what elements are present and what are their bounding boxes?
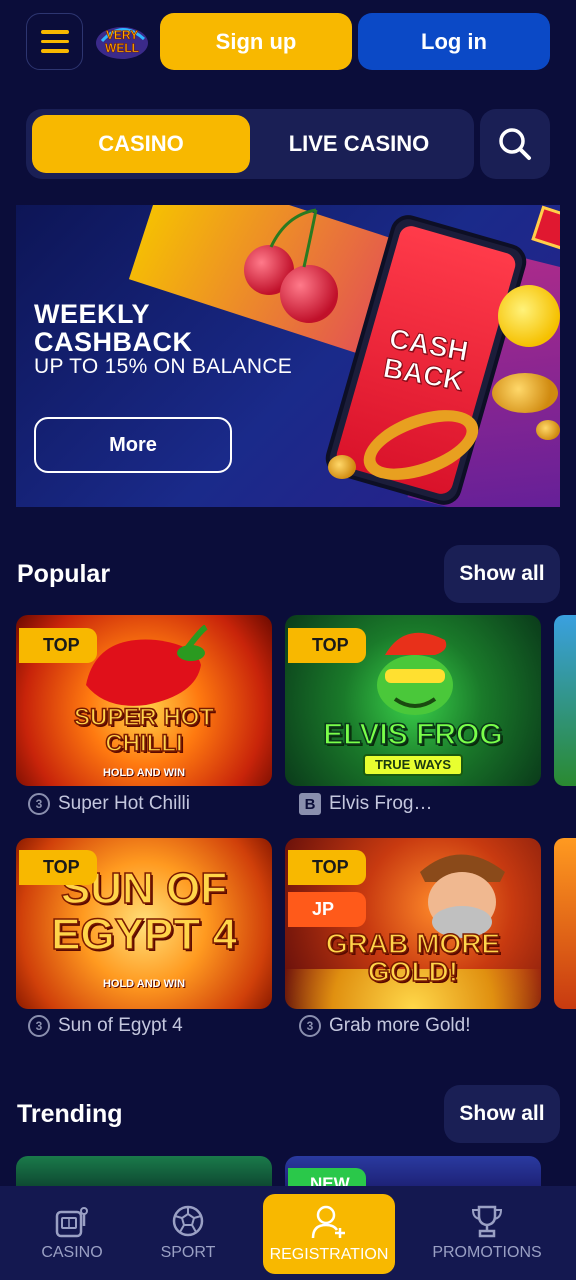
nav-label: CASINO — [41, 1244, 103, 1261]
bottom-navigation: CASINO SPORT REGISTRATION PROMOTIONS — [0, 1186, 576, 1280]
game-label[interactable]: 3 Super Hot Chilli — [28, 793, 190, 815]
trending-show-all-button[interactable]: Show all — [444, 1085, 560, 1143]
svg-text:VERY: VERY — [106, 28, 138, 42]
game-card-super-hot-chilli[interactable]: SUPER HOT CHILLI HOLD AND WIN TOP — [16, 615, 272, 786]
section-title-trending: Trending — [17, 1100, 123, 1128]
category-tabs: CASINO LIVE CASINO — [26, 109, 474, 179]
nav-casino[interactable]: CASINO — [20, 1186, 124, 1280]
nav-label: REGISTRATION — [269, 1246, 389, 1263]
trophy-icon — [471, 1205, 503, 1238]
menu-button[interactable] — [26, 13, 83, 70]
log-in-button[interactable]: Log in — [358, 13, 550, 70]
hamburger-icon — [40, 30, 69, 34]
cashback-phone-text: CASH BACK — [380, 322, 471, 397]
miner-icon — [420, 854, 505, 938]
top-badge: TOP — [19, 850, 97, 885]
chilli-icon — [86, 625, 208, 706]
game-label[interactable]: 3 Sun of Egypt 4 — [28, 1015, 183, 1037]
provider-icon: B — [299, 793, 321, 815]
game-card-sun-of-egypt-4[interactable]: SUN OF EGYPT 4 HOLD AND WIN TOP — [16, 838, 272, 1009]
game-art-subtitle: HOLD AND WIN — [102, 767, 186, 779]
game-card-elvis-frog[interactable]: ELVIS FROG TRUE WAYS TOP — [285, 615, 541, 786]
gift-icon — [531, 205, 560, 251]
game-art-title: SUPER HOT CHILLI — [73, 704, 215, 758]
nav-sport[interactable]: SPORT — [140, 1186, 236, 1280]
game-label[interactable]: B Elvis Frog… — [299, 793, 432, 815]
provider-icon: 3 — [28, 1015, 50, 1037]
tab-casino[interactable]: CASINO — [32, 115, 250, 173]
slot-machine-icon — [55, 1207, 88, 1238]
game-name: Sun of Egypt 4 — [58, 1015, 183, 1036]
svg-text:WELL: WELL — [105, 41, 139, 55]
nav-label: SPORT — [160, 1244, 216, 1261]
game-name: Grab more Gold! — [329, 1015, 471, 1036]
banner-title: WEEKLY CASHBACK — [34, 299, 193, 357]
lemon-icon — [498, 285, 560, 347]
coin-icon — [492, 373, 558, 413]
sign-up-button[interactable]: Sign up — [160, 13, 352, 70]
jackpot-badge: JP — [288, 892, 366, 927]
banner-more-button[interactable]: More — [34, 417, 232, 473]
search-icon — [499, 128, 531, 160]
brand-logo[interactable]: VERY WELL — [94, 21, 150, 61]
game-art-title: GRAB MORE GOLD! — [325, 928, 501, 987]
header: VERY WELL Sign up Log in — [26, 13, 550, 70]
game-card-peek[interactable] — [554, 838, 576, 1009]
provider-icon: 3 — [299, 1015, 321, 1037]
game-art-subtitle: TRUE WAYS — [363, 754, 463, 776]
promo-banner[interactable]: CASH BACK WEEKLY CASHBACK UP TO 15% ON B… — [16, 205, 560, 507]
frog-icon — [377, 632, 453, 715]
nav-label: PROMOTIONS — [432, 1244, 542, 1261]
popular-show-all-button[interactable]: Show all — [444, 545, 560, 603]
nav-promotions[interactable]: PROMOTIONS — [424, 1186, 550, 1280]
banner-subtitle: UP TO 15% ON BALANCE — [34, 355, 293, 378]
game-label[interactable]: 3 Grab more Gold! — [299, 1015, 471, 1037]
nav-registration[interactable]: REGISTRATION — [263, 1194, 395, 1274]
game-name: Super Hot Chilli — [58, 793, 190, 814]
game-card-peek[interactable] — [554, 615, 576, 786]
search-button[interactable] — [480, 109, 550, 179]
game-card-grab-more-gold[interactable]: GRAB MORE GOLD! TOP JP — [285, 838, 541, 1009]
top-badge: TOP — [19, 628, 97, 663]
game-name: Elvis Frog… — [329, 793, 433, 814]
game-art-subtitle: HOLD AND WIN — [102, 978, 186, 990]
section-title-popular: Popular — [17, 560, 111, 588]
game-art-title: ELVIS FROG — [323, 717, 504, 752]
top-badge: TOP — [288, 628, 366, 663]
add-user-icon — [311, 1205, 345, 1239]
tab-live-casino[interactable]: LIVE CASINO — [250, 115, 468, 173]
soccer-ball-icon — [172, 1205, 204, 1237]
provider-icon: 3 — [28, 793, 50, 815]
top-badge: TOP — [288, 850, 366, 885]
